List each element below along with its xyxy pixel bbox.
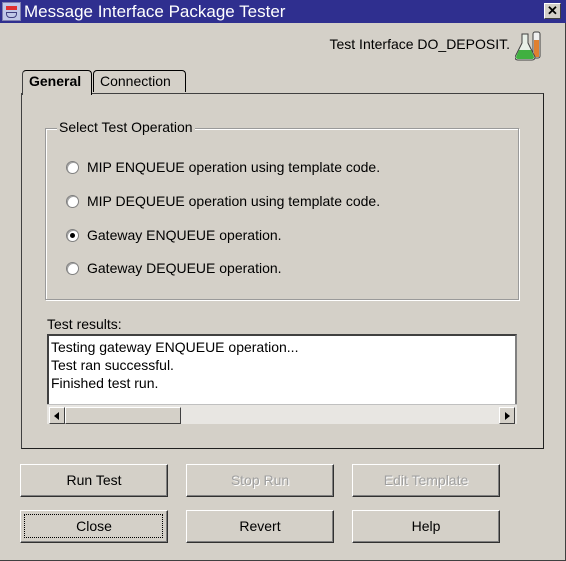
scroll-left-arrow-icon[interactable]: [49, 407, 65, 424]
revert-button[interactable]: Revert: [186, 510, 334, 543]
tab-connection[interactable]: Connection: [93, 70, 186, 92]
run-test-label: Run Test: [66, 472, 122, 488]
close-window-button[interactable]: ✕: [544, 3, 561, 19]
radio-button[interactable]: [66, 194, 79, 208]
tab-general-label: General: [29, 73, 82, 89]
flask-test-tube-icon: [515, 31, 541, 61]
test-results-text: Testing gateway ENQUEUE operation... Test…: [51, 338, 298, 392]
horizontal-scrollbar[interactable]: [47, 404, 517, 424]
radio-label: Gateway ENQUEUE operation.: [87, 227, 282, 243]
result-line: Finished test run.: [51, 375, 159, 391]
focus-ring: [24, 514, 163, 538]
close-button[interactable]: Close: [20, 510, 168, 543]
radio-gateway-dequeue[interactable]: Gateway DEQUEUE operation.: [66, 258, 282, 278]
tester-dialog: Message Interface Package Tester ✕ Test …: [0, 0, 566, 561]
window-title: Message Interface Package Tester: [24, 2, 286, 21]
select-operation-legend: Select Test Operation: [57, 119, 195, 135]
radio-mip-dequeue[interactable]: MIP DEQUEUE operation using template cod…: [66, 191, 380, 211]
help-button[interactable]: Help: [352, 510, 500, 543]
result-line: Testing gateway ENQUEUE operation...: [51, 339, 299, 355]
tab-connection-label: Connection: [100, 73, 171, 89]
stop-run-label: Stop Run: [230, 472, 290, 488]
run-test-button[interactable]: Run Test: [20, 464, 168, 497]
tab-general[interactable]: General: [22, 70, 92, 95]
radio-label: Gateway DEQUEUE operation.: [87, 260, 282, 276]
result-line: Test ran successful.: [51, 357, 174, 373]
radio-button[interactable]: [66, 261, 79, 275]
radio-button-checked[interactable]: [66, 228, 79, 242]
radio-mip-enqueue[interactable]: MIP ENQUEUE operation using template cod…: [66, 157, 380, 177]
java-coffee-cup-icon: [2, 2, 21, 21]
edit-template-button[interactable]: Edit Template: [352, 464, 500, 497]
title-bar[interactable]: Message Interface Package Tester ✕: [0, 0, 566, 23]
help-label: Help: [411, 518, 441, 534]
radio-label: MIP ENQUEUE operation using template cod…: [87, 159, 381, 175]
edit-template-label: Edit Template: [383, 472, 469, 488]
scroll-thumb[interactable]: [65, 407, 181, 424]
revert-label: Revert: [239, 518, 281, 534]
radio-button[interactable]: [66, 160, 79, 174]
scroll-right-arrow-icon[interactable]: [499, 407, 515, 424]
close-icon: ✕: [547, 3, 558, 18]
test-results-label: Test results:: [47, 316, 122, 332]
interface-label: Test Interface DO_DEPOSIT.: [329, 36, 510, 52]
radio-gateway-enqueue[interactable]: Gateway ENQUEUE operation.: [66, 225, 282, 245]
stop-run-button[interactable]: Stop Run: [186, 464, 334, 497]
radio-label: MIP DEQUEUE operation using template cod…: [87, 193, 381, 209]
